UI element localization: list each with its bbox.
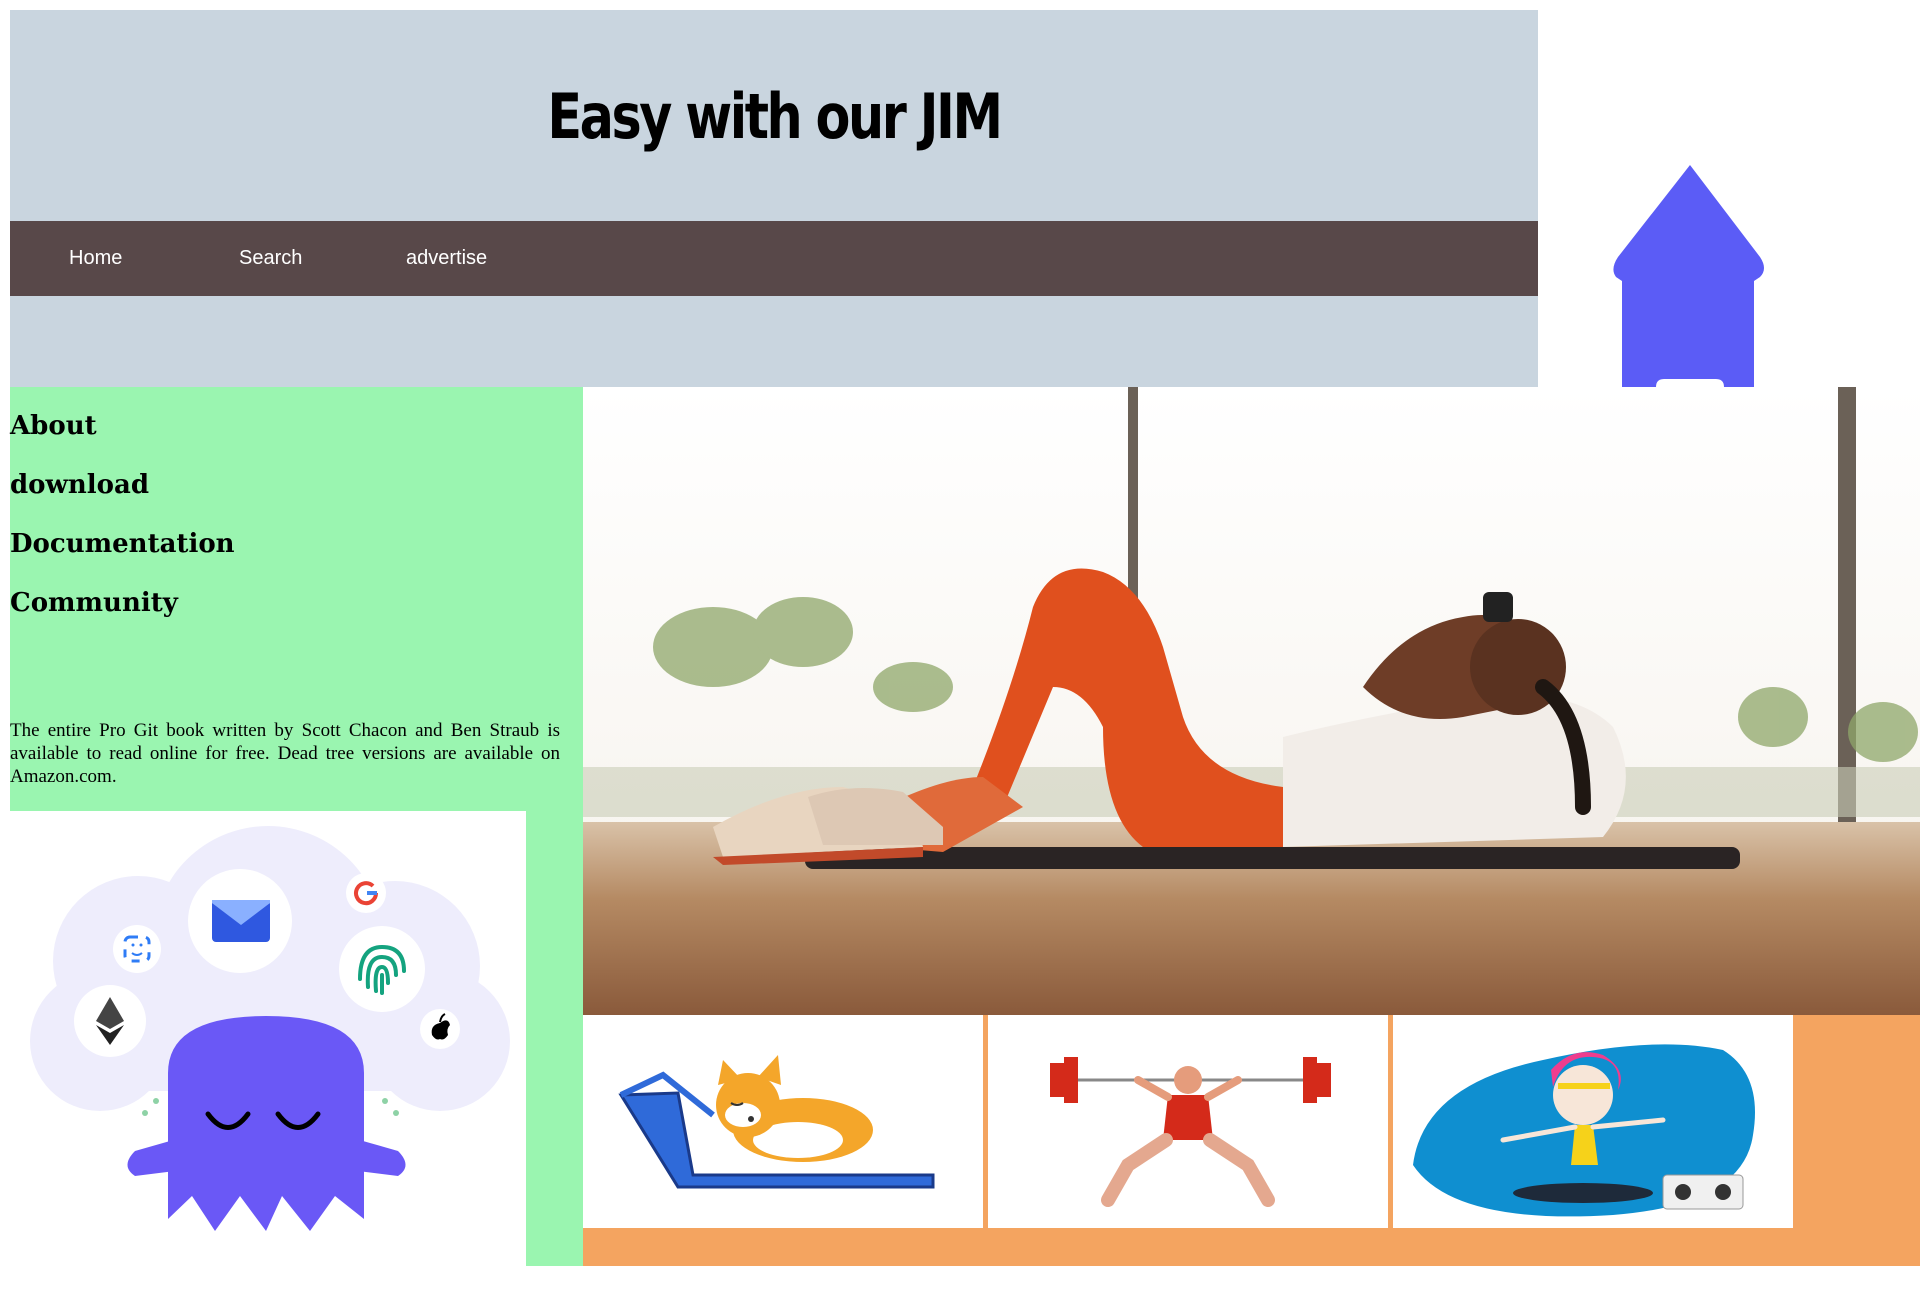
face-id-icon: [113, 925, 161, 973]
site-header: Easy with our JIM Home Search advertise: [10, 10, 1538, 387]
nav-link-advertise[interactable]: advertise: [406, 221, 487, 296]
sidebar-description: The entire Pro Git book written by Scott…: [10, 720, 560, 787]
nav-bar: Home Search advertise: [10, 221, 1538, 296]
sidebar-link-about[interactable]: About: [10, 411, 97, 441]
sidebar-link-community[interactable]: Community: [10, 588, 178, 618]
fingerprint-icon: [339, 926, 425, 1012]
thumb-skateboard-dancer[interactable]: [1393, 1015, 1793, 1228]
nav-link-home[interactable]: Home: [69, 221, 122, 296]
woman-doing-crunches-photo: [583, 387, 1920, 1015]
apple-icon: [420, 1009, 460, 1049]
corgi-treadmill-illustration: [618, 1055, 935, 1189]
weightlifter-illustration: [1050, 1057, 1331, 1207]
ethereum-icon: [74, 985, 146, 1057]
google-icon: [346, 873, 386, 913]
sidebar: About download Documentation Community T…: [10, 387, 583, 1266]
thumb-weightlifter[interactable]: [988, 1015, 1388, 1228]
meditating-ghost-illustration: [30, 826, 510, 1231]
site-title: Easy with our JIM: [547, 80, 1003, 153]
skateboard-dancer-illustration: [1413, 1044, 1755, 1217]
sidebar-link-documentation[interactable]: Documentation: [10, 529, 235, 559]
nav-link-search[interactable]: Search: [239, 221, 302, 296]
feature-strip: [583, 1015, 1920, 1266]
ghost-illustration-panel: [10, 811, 526, 1266]
house-icon[interactable]: [1612, 165, 1768, 387]
mail-icon: [188, 869, 292, 973]
hero-image: [583, 387, 1920, 1015]
thumb-corgi-treadmill[interactable]: [583, 1015, 983, 1228]
sidebar-link-download[interactable]: download: [10, 470, 149, 500]
